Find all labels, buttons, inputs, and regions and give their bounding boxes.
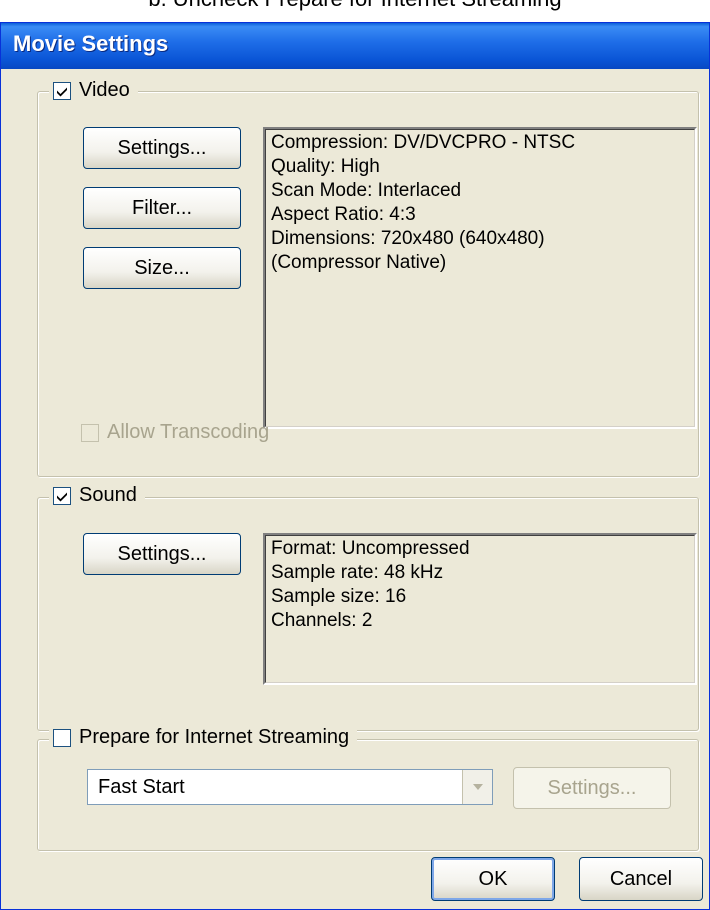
video-checkbox[interactable]: [53, 81, 71, 100]
allow-transcoding-checkbox[interactable]: [81, 423, 99, 442]
size-button[interactable]: Size...: [83, 247, 241, 289]
sound-label: Sound: [79, 484, 137, 506]
streaming-settings-button[interactable]: Settings...: [513, 767, 671, 809]
ok-button[interactable]: OK: [431, 857, 555, 901]
video-info-line: Aspect Ratio: 4:3: [271, 204, 416, 225]
checkmark-icon: [57, 492, 67, 501]
video-info-box: Compression: DV/DVCPRO - NTSC Quality: H…: [263, 127, 697, 429]
sound-legend: Sound: [49, 484, 145, 507]
allow-transcoding-label: Allow Transcoding: [107, 421, 270, 443]
instruction-caption: b. Uncheck Prepare for Internet Streamin…: [0, 0, 710, 12]
sound-settings-button[interactable]: Settings...: [83, 533, 241, 575]
sound-info-box: Format: Uncompressed Sample rate: 48 kHz…: [263, 533, 697, 685]
sound-info-line: Format: Uncompressed: [271, 538, 470, 559]
allow-transcoding-row[interactable]: Allow Transcoding: [81, 421, 269, 444]
streaming-method-value: Fast Start: [98, 775, 185, 798]
streaming-label: Prepare for Internet Streaming: [79, 726, 350, 748]
movie-settings-dialog: Movie Settings Video Settings... Filter.…: [0, 22, 710, 910]
video-legend: Video: [49, 79, 138, 102]
sound-settings-label: Settings...: [117, 542, 207, 565]
video-info-line: Scan Mode: Interlaced: [271, 180, 462, 201]
video-info-line: Dimensions: 720x480 (640x480): [271, 228, 545, 249]
video-info-line: Compression: DV/DVCPRO - NTSC: [271, 132, 576, 153]
dropdown-button[interactable]: [462, 770, 492, 804]
video-info-line: Quality: High: [271, 156, 380, 177]
cancel-label: Cancel: [609, 867, 673, 890]
streaming-method-select[interactable]: Fast Start: [87, 769, 493, 805]
video-settings-button[interactable]: Settings...: [83, 127, 241, 169]
streaming-checkbox[interactable]: [53, 728, 71, 747]
video-label: Video: [79, 79, 130, 101]
filter-label: Filter...: [131, 196, 192, 219]
streaming-legend: Prepare for Internet Streaming: [49, 726, 358, 749]
title-bar[interactable]: Movie Settings: [1, 23, 709, 69]
cancel-button[interactable]: Cancel: [579, 857, 703, 901]
video-info-line: (Compressor Native): [271, 252, 447, 273]
filter-button[interactable]: Filter...: [83, 187, 241, 229]
sound-info-line: Channels: 2: [271, 610, 373, 631]
ok-label: OK: [478, 867, 508, 890]
checkmark-icon: [57, 87, 67, 96]
size-label: Size...: [134, 256, 190, 279]
streaming-settings-label: Settings...: [547, 776, 637, 799]
chevron-down-icon: [472, 784, 483, 790]
video-settings-label: Settings...: [117, 136, 207, 159]
sound-checkbox[interactable]: [53, 486, 71, 505]
dialog-title: Movie Settings: [13, 31, 169, 56]
sound-info-line: Sample rate: 48 kHz: [271, 562, 444, 583]
streaming-divider: [549, 739, 697, 740]
sound-info-line: Sample size: 16: [271, 586, 407, 607]
